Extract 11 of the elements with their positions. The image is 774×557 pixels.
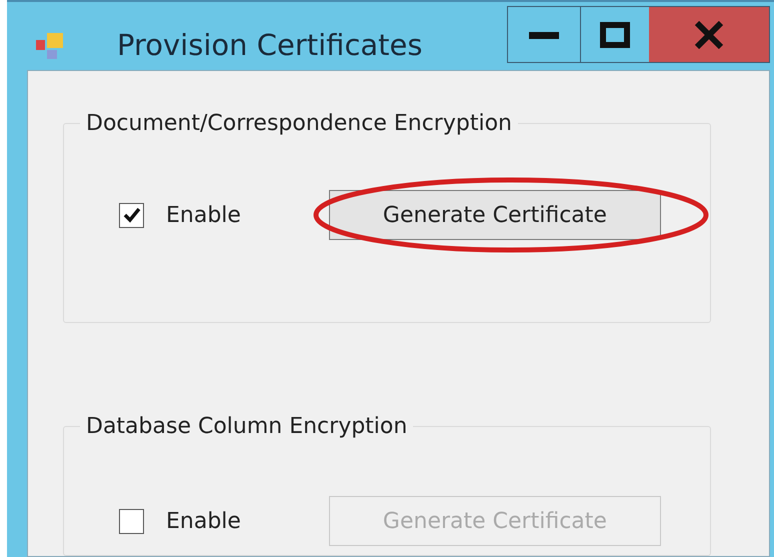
- generate-certificate-button[interactable]: Generate Certificate: [328, 190, 661, 240]
- enable-checkbox[interactable]: [119, 202, 144, 228]
- close-icon: [694, 20, 724, 48]
- enable-checkbox[interactable]: [119, 508, 144, 534]
- enable-label: Enable: [166, 508, 241, 536]
- minimize-icon: [529, 30, 559, 40]
- maximize-icon: [600, 22, 630, 48]
- close-button[interactable]: [649, 7, 769, 62]
- enable-label: Enable: [166, 202, 241, 230]
- window-title: Provision Certificates: [117, 27, 422, 64]
- checkmark-icon: [122, 207, 140, 223]
